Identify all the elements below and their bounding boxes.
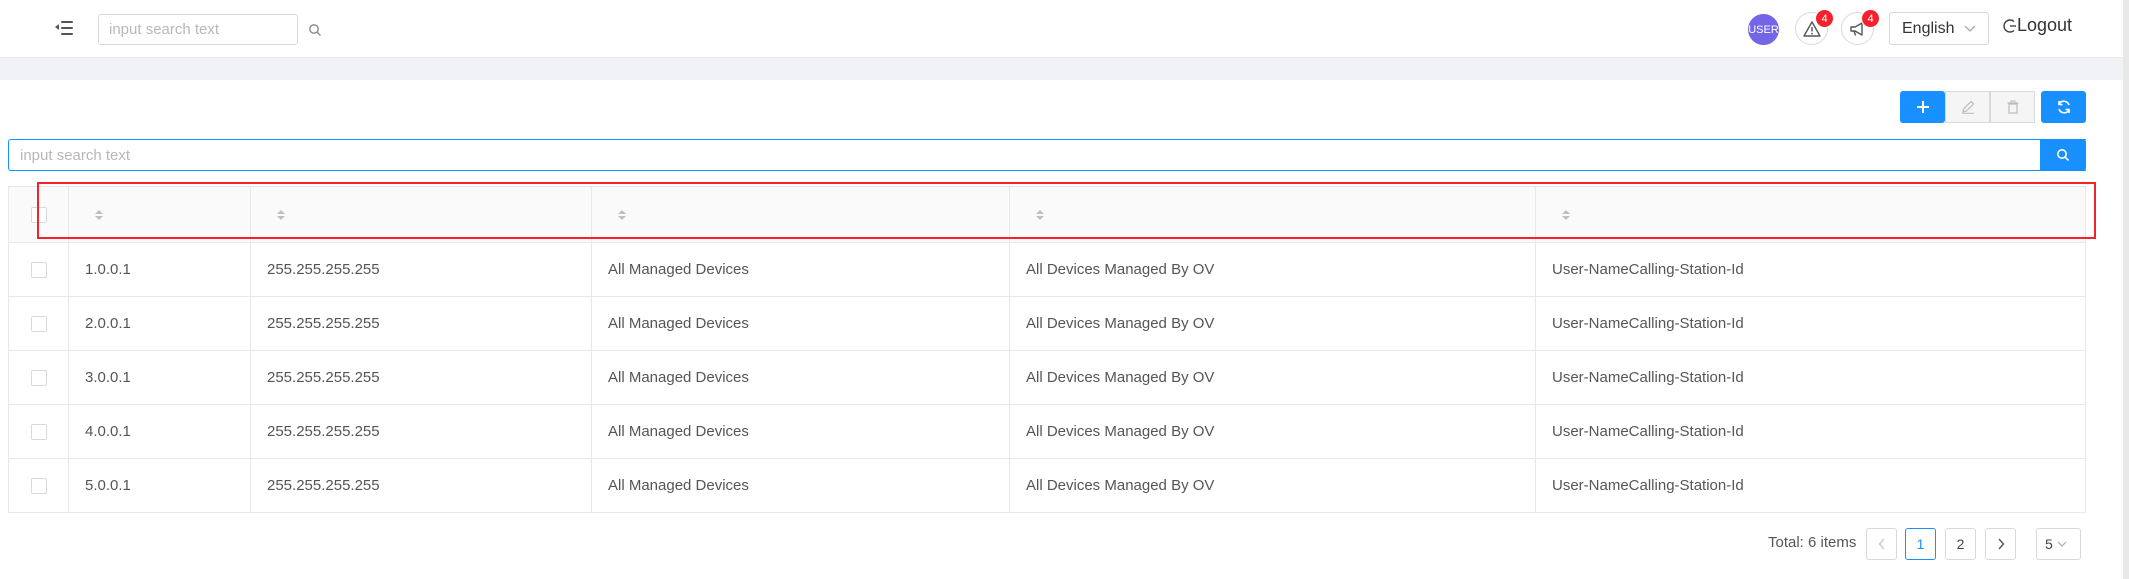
sort-icon[interactable]: [1036, 209, 1044, 220]
table-row[interactable]: 3.0.0.1 255.255.255.255 All Managed Devi…: [9, 351, 2085, 405]
table-cell: 255.255.255.255: [251, 459, 592, 512]
table-cell: User-NameCalling-Station-Id: [1552, 261, 1744, 278]
table-cell: 4.0.0.1: [69, 405, 251, 458]
column-header[interactable]: [592, 187, 1010, 242]
table-cell: All Managed Devices: [592, 243, 1010, 296]
avatar-label: USER: [1748, 23, 1779, 36]
table-cell: 3.0.0.1: [69, 351, 251, 404]
alerts-badge: 4: [1816, 10, 1833, 27]
table-cell: User-NameCalling-Station-Id: [1552, 477, 1744, 494]
edit-icon: [1961, 100, 1975, 114]
delete-icon: [2006, 100, 2020, 114]
menu-fold-icon[interactable]: [55, 18, 75, 38]
table-row[interactable]: 2.0.0.1 255.255.255.255 All Managed Devi…: [9, 297, 2085, 351]
sort-icon[interactable]: [277, 209, 285, 220]
refresh-button[interactable]: [2041, 91, 2086, 123]
logout-button[interactable]: Logout: [2003, 15, 2072, 36]
table-cell: User-NameCalling-Station-Id: [1552, 369, 1744, 386]
column-header[interactable]: [1536, 187, 2085, 242]
table-cell: User-NameCalling-Station-Id: [1552, 315, 1744, 332]
user-avatar[interactable]: USER: [1748, 14, 1779, 45]
notifications-button[interactable]: 4: [1841, 10, 1879, 45]
table-cell: 255.255.255.255: [251, 243, 592, 296]
row-checkbox[interactable]: [30, 477, 47, 494]
chevron-left-icon: [1878, 538, 1886, 550]
edit-button[interactable]: [1945, 91, 1990, 123]
page-button-2[interactable]: 2: [1945, 528, 1976, 560]
pagination-total: Total: 6 items: [1768, 534, 1857, 551]
sort-icon[interactable]: [1562, 209, 1570, 220]
table-cell: 5.0.0.1: [69, 459, 251, 512]
table-header: [9, 187, 2085, 243]
table-cell: 255.255.255.255: [251, 297, 592, 350]
sort-icon[interactable]: [618, 209, 626, 220]
row-checkbox[interactable]: [30, 423, 47, 440]
header-select-all-cell: [9, 187, 69, 242]
data-table: 1.0.0.1 255.255.255.255 All Managed Devi…: [8, 186, 2086, 513]
table-search-button[interactable]: [2040, 139, 2086, 171]
logout-icon: [2003, 18, 2017, 34]
row-checkbox[interactable]: [30, 315, 47, 332]
table-row[interactable]: 1.0.0.1 255.255.255.255 All Managed Devi…: [9, 243, 2085, 297]
page-size-value: 5: [2045, 536, 2053, 552]
table-cell: All Managed Devices: [592, 351, 1010, 404]
table-cell: 255.255.255.255: [251, 405, 592, 458]
table-cell: All Managed Devices: [592, 297, 1010, 350]
table-row[interactable]: 4.0.0.1 255.255.255.255 All Managed Devi…: [9, 405, 2085, 459]
refresh-icon: [2056, 99, 2072, 115]
chevron-down-icon: [2057, 541, 2067, 548]
table-cell: All Devices Managed By OV: [1010, 297, 1536, 350]
page-button-1[interactable]: 1: [1905, 528, 1936, 560]
table-cell: User-NameCalling-Station-Id: [1552, 423, 1744, 440]
table-cell: All Devices Managed By OV: [1010, 351, 1536, 404]
language-select[interactable]: English: [1889, 12, 1989, 45]
header-search-input[interactable]: [109, 21, 308, 38]
table-cell: 2.0.0.1: [69, 297, 251, 350]
prev-page-button[interactable]: [1866, 528, 1897, 560]
logout-label: Logout: [2017, 15, 2073, 35]
select-all-checkbox[interactable]: [30, 206, 47, 223]
column-header[interactable]: [69, 187, 251, 242]
row-select-cell: [9, 351, 69, 404]
table-cell: 255.255.255.255: [251, 351, 592, 404]
row-select-cell: [9, 243, 69, 296]
search-icon: [2056, 148, 2070, 162]
row-select-cell: [9, 297, 69, 350]
page-scrollbar[interactable]: [2123, 0, 2129, 579]
table-cell: All Devices Managed By OV: [1010, 243, 1536, 296]
add-button[interactable]: [1900, 91, 1945, 123]
notifications-badge: 4: [1862, 10, 1879, 27]
row-checkbox[interactable]: [30, 261, 47, 278]
table-search-box[interactable]: [8, 139, 2086, 171]
table-cell: All Devices Managed By OV: [1010, 405, 1536, 458]
table-cell: All Managed Devices: [592, 405, 1010, 458]
table-cell: All Managed Devices: [592, 459, 1010, 512]
delete-button[interactable]: [1990, 91, 2035, 123]
table-cell: 1.0.0.1: [69, 243, 251, 296]
language-value: English: [1902, 19, 1955, 37]
chevron-down-icon: [1964, 25, 1976, 33]
page-size-select[interactable]: 5: [2036, 528, 2081, 560]
row-select-cell: [9, 459, 69, 512]
alerts-button[interactable]: 4: [1795, 10, 1833, 45]
header-search-box[interactable]: [98, 14, 321, 45]
sort-icon[interactable]: [95, 209, 103, 220]
content-separator: [0, 58, 2129, 80]
table-row[interactable]: 5.0.0.1 255.255.255.255 All Managed Devi…: [9, 459, 2085, 513]
table-cell: All Devices Managed By OV: [1010, 459, 1536, 512]
chevron-right-icon: [1997, 538, 2005, 550]
plus-icon: [1916, 100, 1930, 114]
column-header[interactable]: [1010, 187, 1536, 242]
top-navbar: USER 4 4 English Logout: [0, 0, 2129, 58]
next-page-button[interactable]: [1985, 528, 2016, 560]
column-header[interactable]: [251, 187, 592, 242]
table-search-input[interactable]: [20, 146, 2075, 164]
search-icon[interactable]: [308, 23, 322, 37]
row-checkbox[interactable]: [30, 369, 47, 386]
row-select-cell: [9, 405, 69, 458]
